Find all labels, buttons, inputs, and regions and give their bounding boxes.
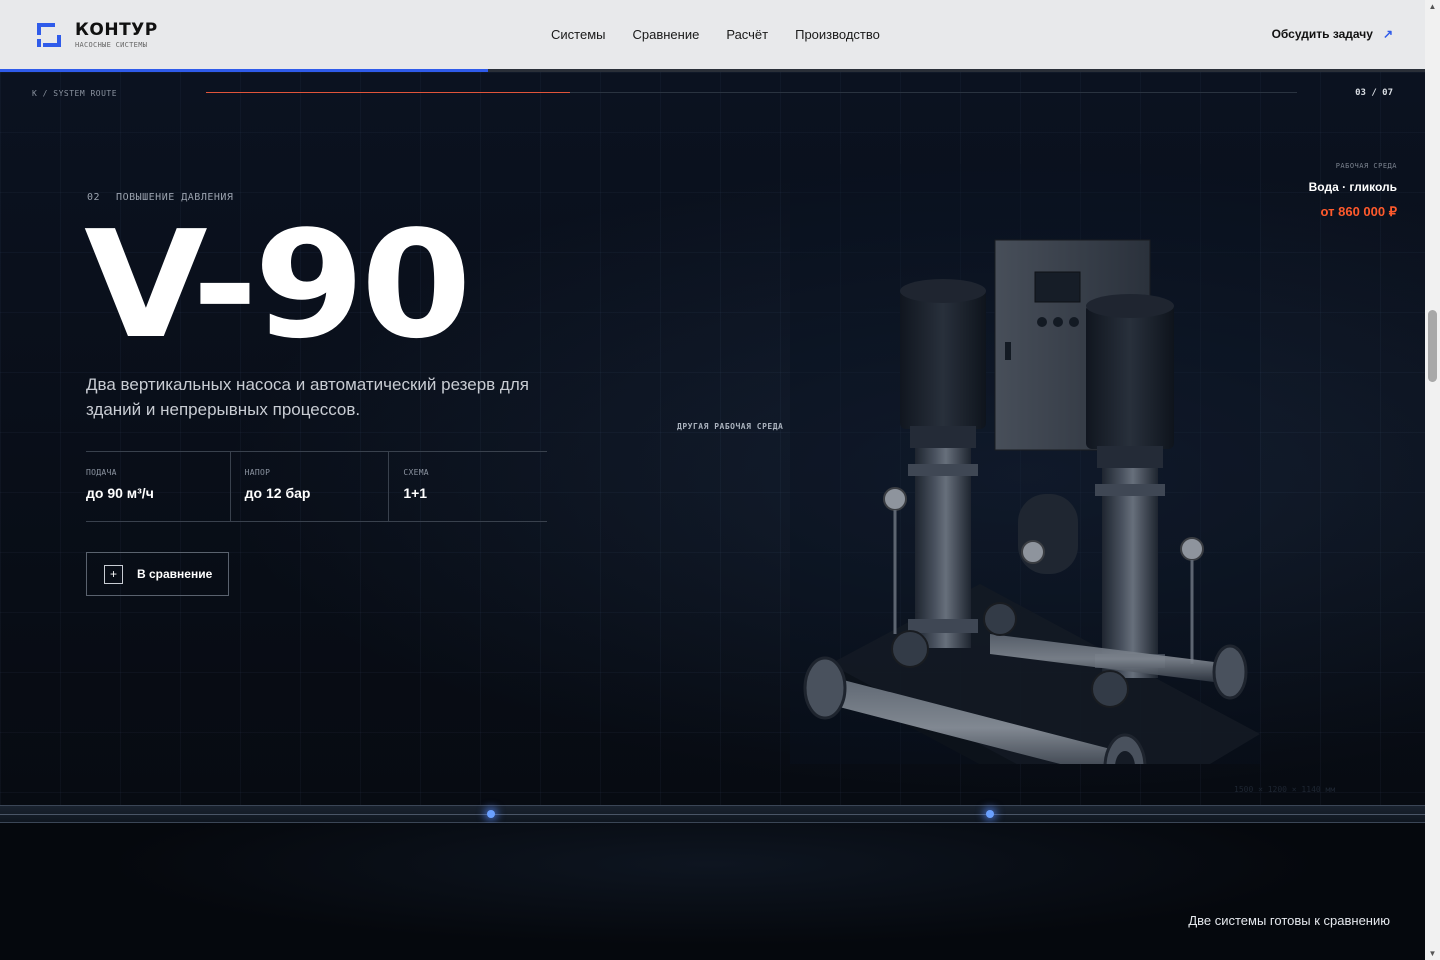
dimensions-label: 1500 × 1200 × 1140 мм bbox=[1234, 785, 1336, 794]
product-price: от 860 000 ₽ bbox=[1320, 204, 1397, 219]
rail-node[interactable] bbox=[487, 810, 495, 818]
brand-subtitle: НАСОСНЫЕ СИСТЕМЫ bbox=[75, 41, 148, 49]
spec-table: ПОДАЧА до 90 м³/ч НАПОР до 12 бар СХЕМА … bbox=[86, 451, 547, 522]
discuss-task-button[interactable]: Обсудить задачу ↗ bbox=[1272, 27, 1393, 41]
site-header: КОНТУР НАСОСНЫЕ СИСТЕМЫ Системы Сравнени… bbox=[0, 0, 1425, 72]
logo-mark-icon bbox=[37, 23, 61, 47]
page-scrollbar[interactable]: ▲ ▼ bbox=[1425, 0, 1440, 960]
spec-label: СХЕМА bbox=[403, 468, 429, 477]
spec-value: 1+1 bbox=[403, 485, 428, 501]
medium-caption: РАБОЧАЯ СРЕДА bbox=[1335, 162, 1397, 170]
main-nav: Системы Сравнение Расчёт Производство bbox=[551, 27, 880, 42]
route-line-progress bbox=[206, 92, 570, 93]
scroll-thumb[interactable] bbox=[1428, 310, 1437, 382]
medium-value: Вода · гликоль bbox=[1308, 180, 1397, 194]
spec-label: ПОДАЧА bbox=[86, 468, 117, 477]
nav-item-compare[interactable]: Сравнение bbox=[632, 27, 699, 42]
plus-icon: + bbox=[104, 564, 123, 584]
add-to-compare-button[interactable]: + В сравнение bbox=[86, 552, 229, 596]
spec-label: НАПОР bbox=[244, 468, 271, 477]
brand-name: КОНТУР bbox=[75, 20, 158, 40]
product-description: Два вертикальных насоса и автоматический… bbox=[86, 375, 529, 419]
nav-item-production[interactable]: Производство bbox=[795, 27, 880, 42]
system-rail bbox=[0, 805, 1425, 823]
spec-pressure: НАПОР до 12 бар bbox=[229, 452, 389, 521]
arrow-up-right-icon: ↗ bbox=[1382, 27, 1393, 41]
scroll-up-arrow-icon[interactable]: ▲ bbox=[1428, 2, 1437, 11]
scroll-down-arrow-icon[interactable]: ▼ bbox=[1428, 949, 1437, 958]
nav-item-calculation[interactable]: Расчёт bbox=[726, 27, 768, 42]
route-counter: 03 / 07 bbox=[1355, 88, 1393, 98]
spec-value: до 90 м³/ч bbox=[86, 485, 154, 501]
spec-scheme: СХЕМА 1+1 bbox=[388, 452, 547, 521]
logo[interactable]: КОНТУР НАСОСНЫЕ СИСТЕМЫ bbox=[35, 21, 158, 49]
route-label: K / SYSTEM ROUTE bbox=[32, 89, 118, 98]
product-title: V-90 bbox=[84, 199, 472, 371]
compare-button-label: В сравнение bbox=[137, 567, 213, 581]
compare-section: Две системы готовы к сравнению bbox=[0, 823, 1425, 960]
cta-label: Обсудить задачу bbox=[1271, 27, 1373, 41]
hero-section: K / SYSTEM ROUTE 03 / 07 02 ПОВЫШЕНИЕ ДА… bbox=[0, 72, 1425, 805]
other-medium-link[interactable]: ДРУГАЯ РАБОЧАЯ СРЕДА bbox=[677, 422, 783, 431]
nav-item-systems[interactable]: Системы bbox=[551, 27, 605, 42]
compare-ready-text: Две системы готовы к сравнению bbox=[1188, 913, 1390, 928]
rail-line bbox=[0, 814, 1425, 815]
spec-flow: ПОДАЧА до 90 м³/ч bbox=[86, 452, 230, 521]
rail-node[interactable] bbox=[986, 810, 994, 818]
pump-station-image bbox=[790, 164, 1260, 764]
spec-value: до 12 бар bbox=[244, 485, 311, 501]
